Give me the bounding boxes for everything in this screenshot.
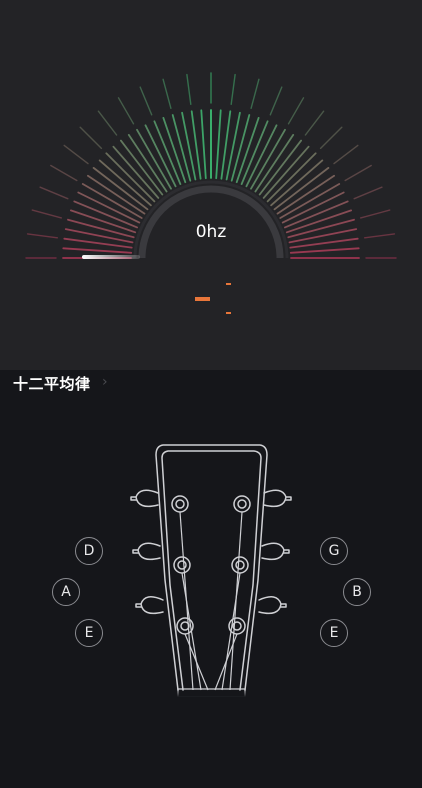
dial-tick: [162, 78, 172, 110]
dial-tick: [87, 174, 146, 215]
tuning-peg-right-1: [263, 489, 287, 508]
string-button-high-e[interactable]: E: [320, 619, 348, 647]
dial-tick: [200, 109, 207, 180]
frequency-readout: 0hz: [195, 222, 227, 242]
dial-tick: [333, 144, 359, 165]
dial-tick: [105, 152, 156, 203]
dial-tick: [250, 78, 260, 110]
pitch-offset-marker: [195, 297, 210, 301]
dial-tick: [62, 247, 133, 254]
dial-tick: [287, 97, 305, 125]
headstock-outline: [155, 444, 268, 691]
dial-tick: [127, 133, 168, 193]
temperament-selector[interactable]: 十二平均律: [13, 373, 91, 394]
dial-tick: [63, 144, 89, 165]
tuning-peg-left-2: [137, 542, 161, 561]
dial-tick: [364, 233, 396, 239]
string-button-d[interactable]: D: [75, 537, 103, 565]
guitar-string-3: [184, 633, 209, 691]
dial-tick: [304, 110, 325, 136]
pitch-offset-tick-upper: [226, 283, 231, 285]
dial-tick: [344, 164, 372, 182]
dial-tick: [353, 186, 383, 200]
tuning-peg-left-1: [135, 489, 159, 508]
string-button-g[interactable]: G: [320, 537, 348, 565]
signal-level-bar: [82, 255, 140, 259]
chevron-right-icon[interactable]: ›: [102, 374, 108, 390]
string-button-a[interactable]: A: [52, 578, 80, 606]
dial-tick: [50, 164, 78, 182]
dial-tick: [254, 133, 295, 193]
tuner-dial: [25, 72, 397, 314]
tuner-panel: 0hz: [0, 0, 422, 370]
dial-tick: [186, 73, 192, 106]
string-button-b[interactable]: B: [343, 578, 371, 606]
tuning-peg-left-3: [140, 596, 164, 615]
dial-tick: [215, 109, 222, 180]
dial-tick: [117, 97, 135, 125]
tuning-peg-right-3: [258, 596, 282, 615]
string-button-low-e[interactable]: E: [75, 619, 103, 647]
dial-tick: [31, 209, 62, 219]
dial-tick: [360, 209, 391, 219]
guitar-nut: [177, 688, 246, 698]
dial-tick: [269, 86, 283, 116]
dial-tick: [139, 86, 153, 116]
dial-tick: [230, 73, 236, 106]
dial-tick: [97, 110, 118, 136]
dial-tick: [289, 247, 360, 254]
gauge-inner-arc-edge: [133, 180, 289, 259]
dial-tick: [39, 186, 69, 200]
dial-tick: [276, 174, 336, 215]
dial-tick: [319, 126, 343, 150]
tuning-peg-right-2: [261, 542, 285, 561]
pitch-offset-tick-lower: [226, 312, 231, 314]
dial-tick: [79, 126, 103, 150]
guitar-string-6: [229, 511, 243, 691]
dial-tick: [266, 152, 317, 203]
dial-tick: [26, 233, 58, 239]
